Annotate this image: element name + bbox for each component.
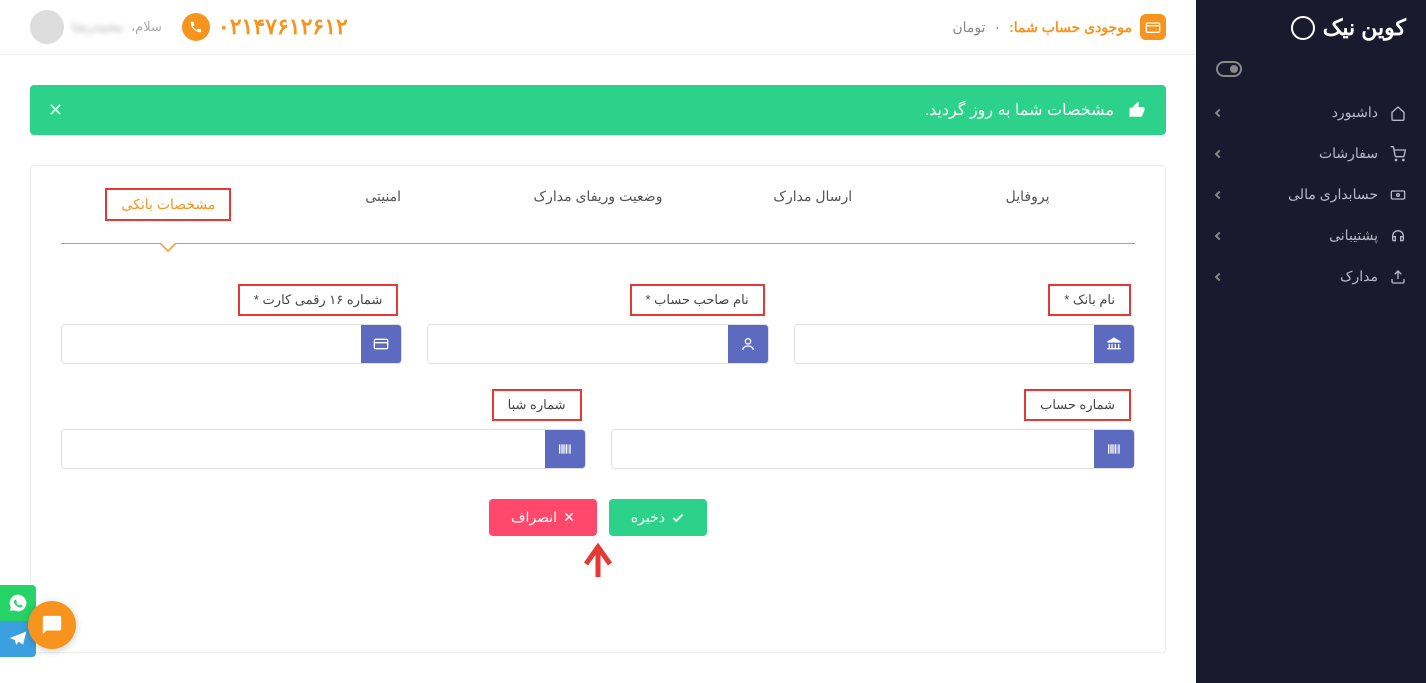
cancel-button-label: انصراف [511, 509, 557, 526]
arrow-annotation [61, 542, 1135, 592]
tab-label: امنیتی [365, 188, 401, 204]
tab-bank-info[interactable]: مشخصات بانکی [61, 166, 276, 243]
brand-text: کوین نیک [1323, 15, 1406, 41]
profile-card: پروفایل ارسال مدارک وضعیت وریفای مدارک ا… [30, 165, 1166, 653]
sidebar-collapse-toggle[interactable] [1216, 61, 1242, 77]
bank-name-label: نام بانک * [794, 284, 1135, 316]
chevron-left-icon [1215, 108, 1223, 116]
sheba-input[interactable] [62, 430, 545, 468]
sidebar-item-label: پشتیبانی [1329, 227, 1378, 244]
sheba-label: شماره شبا [61, 389, 586, 421]
user-icon [728, 325, 768, 363]
chat-icon [41, 614, 63, 636]
main: موجودی حساب شما: ۰ تومان ۰۲۱۴۷۶۱۲۶۱۲ سلا… [0, 0, 1196, 683]
alert-text: مشخصات شما به روز گردید. [925, 100, 1114, 120]
avatar [30, 10, 64, 44]
username-text: محمدرضا [72, 19, 123, 35]
tabs: پروفایل ارسال مدارک وضعیت وریفای مدارک ا… [61, 166, 1135, 244]
balance-value: ۰ [994, 19, 1002, 36]
tab-send-documents[interactable]: ارسال مدارک [705, 166, 920, 243]
chevron-left-icon [1215, 231, 1223, 239]
upload-icon [1390, 269, 1406, 285]
tab-label: مشخصات بانکی [105, 188, 231, 221]
sidebar-item-label: داشبورد [1332, 104, 1378, 121]
user-menu[interactable]: سلام، محمدرضا [30, 10, 162, 44]
card-number-label: شماره ۱۶ رقمی کارت * [61, 284, 402, 316]
chat-widget-button[interactable] [28, 601, 76, 649]
sidebar-item-support[interactable]: پشتیبانی [1196, 215, 1426, 256]
tab-label: پروفایل [1006, 188, 1050, 204]
bank-name-input[interactable] [795, 325, 1094, 363]
brand: کوین نیک [1196, 15, 1426, 61]
check-icon [671, 511, 685, 525]
success-alert: مشخصات شما به روز گردید. ✕ [30, 85, 1166, 135]
bank-form: نام بانک * نام صاحب حساب * [31, 244, 1165, 652]
wallet-icon [1140, 14, 1166, 40]
whatsapp-icon [8, 593, 28, 613]
barcode-icon [1094, 430, 1134, 468]
barcode-icon [545, 430, 585, 468]
sidebar-item-dashboard[interactable]: داشبورد [1196, 92, 1426, 133]
cart-icon [1390, 146, 1406, 162]
tab-security[interactable]: امنیتی [276, 166, 491, 243]
phone-number: ۰۲۱۴۷۶۱۲۶۱۲ [218, 14, 348, 40]
sidebar-toggle-row [1196, 61, 1426, 92]
cancel-button[interactable]: ✕ انصراف [489, 499, 597, 536]
save-button-label: ذخیره [631, 509, 665, 526]
alert-close-button[interactable]: ✕ [48, 100, 63, 121]
account-owner-input[interactable] [428, 325, 727, 363]
phone-icon [182, 13, 210, 41]
balance-label: موجودی حساب شما: [1009, 19, 1132, 36]
card-icon [361, 325, 401, 363]
sidebar-item-accounting[interactable]: حسابداری مالی [1196, 174, 1426, 215]
thumbs-up-icon [1126, 99, 1148, 121]
chevron-left-icon [1215, 272, 1223, 280]
brand-logo-icon [1291, 16, 1315, 40]
balance-unit: تومان [952, 19, 985, 36]
sidebar-item-label: حسابداری مالی [1288, 186, 1378, 203]
sidebar-item-label: سفارشات [1319, 145, 1378, 162]
tab-verify-status[interactable]: وضعیت وریفای مدارک [491, 166, 706, 243]
balance-block: موجودی حساب شما: ۰ تومان [952, 14, 1166, 40]
money-icon [1390, 187, 1406, 203]
account-number-label: شماره حساب [611, 389, 1136, 421]
save-button[interactable]: ذخیره [609, 499, 707, 536]
bank-icon [1094, 325, 1134, 363]
chevron-left-icon [1215, 149, 1223, 157]
sidebar-item-label: مدارک [1340, 268, 1378, 285]
sidebar-item-orders[interactable]: سفارشات [1196, 133, 1426, 174]
support-phone[interactable]: ۰۲۱۴۷۶۱۲۶۱۲ [182, 13, 348, 41]
home-icon [1390, 105, 1406, 121]
sidebar-item-documents[interactable]: مدارک [1196, 256, 1426, 297]
tab-label: وضعیت وریفای مدارک [534, 188, 663, 204]
card-number-input[interactable] [62, 325, 361, 363]
topbar: موجودی حساب شما: ۰ تومان ۰۲۱۴۷۶۱۲۶۱۲ سلا… [0, 0, 1196, 55]
sidebar: کوین نیک داشبورد سفارشات [1196, 0, 1426, 683]
greeting-text: سلام، [131, 19, 162, 35]
tab-profile[interactable]: پروفایل [920, 166, 1135, 243]
headset-icon [1390, 228, 1406, 244]
close-icon: ✕ [563, 509, 575, 526]
account-owner-label: نام صاحب حساب * [427, 284, 768, 316]
tab-label: ارسال مدارک [773, 188, 852, 204]
telegram-icon [8, 629, 28, 649]
chevron-left-icon [1215, 190, 1223, 198]
account-number-input[interactable] [612, 430, 1095, 468]
